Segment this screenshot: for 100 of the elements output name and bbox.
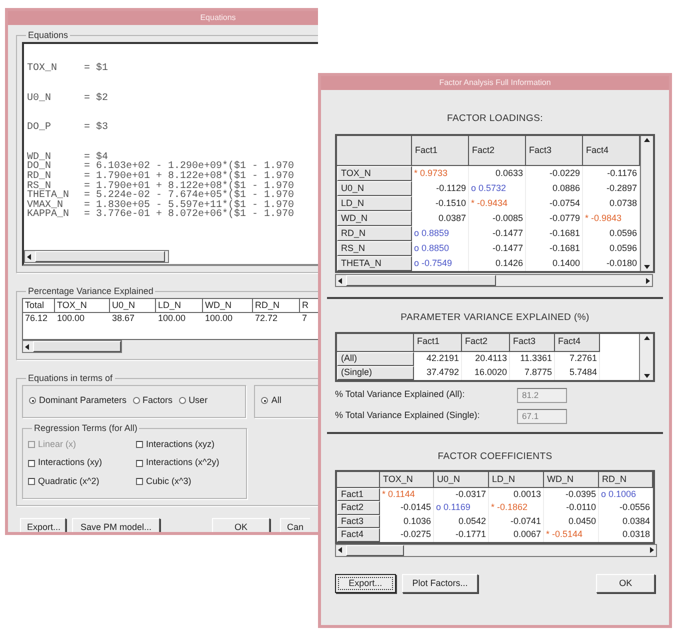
horizontal-scrollbar[interactable] [22, 340, 122, 353]
checkbox-label: Interactions (xyz) [146, 438, 215, 451]
table-cell: o 0.8859 [412, 226, 469, 242]
table-cell: 37.4792 [414, 366, 462, 380]
checkbox[interactable] [28, 460, 35, 466]
equation-variable: U0_N [27, 94, 52, 104]
dialog-button[interactable]: Save PM model... [72, 518, 160, 532]
column-header: Fact3 [510, 334, 555, 352]
table-cell: -0.0085 [469, 211, 526, 226]
table-cell: 0.0318 [599, 528, 653, 542]
table-cell: 7.2761 [555, 352, 600, 366]
dialog-button[interactable]: Plot Factors... [402, 574, 478, 593]
readonly-field: 67.1 [517, 408, 567, 424]
table-cell: -0.0395 [544, 488, 599, 502]
table-cell: -0.0779 [526, 211, 583, 226]
radio-label: Dominant Parameters [39, 394, 127, 407]
down-arrow-icon[interactable] [644, 374, 650, 378]
radio-icon[interactable] [29, 397, 36, 404]
checkbox[interactable] [136, 460, 143, 466]
scroll-thumb[interactable] [35, 251, 165, 262]
up-arrow-icon[interactable] [644, 336, 650, 340]
equation-variable: THETA_N [27, 191, 70, 201]
column-header: RD_N [599, 472, 653, 488]
dialog-button[interactable]: OK [212, 518, 270, 532]
checkbox[interactable] [136, 478, 143, 485]
table-cell: 0.0633 [469, 166, 526, 182]
checkbox-label: Cubic (x^3) [146, 474, 192, 488]
row-header: WD_N [337, 211, 412, 226]
dialog-button[interactable]: Export... [20, 518, 66, 532]
table-cell: o 0.1169 [434, 501, 489, 515]
scroll-thumb[interactable] [33, 341, 121, 352]
table-cell: * -0.1862 [489, 501, 544, 515]
equation-variable: WD_N [27, 152, 52, 162]
table-cell: 0.0384 [599, 514, 653, 528]
up-arrow-icon[interactable] [644, 138, 650, 142]
section-heading: FACTOR LOADINGS: [446, 112, 544, 126]
column-header: Fact2 [469, 136, 526, 166]
radio-icon[interactable] [261, 397, 268, 404]
table-cell: 0.1036 [380, 514, 434, 528]
scroll-thumb[interactable] [346, 275, 496, 286]
equation-variable: TOX_N [27, 64, 58, 74]
table-cell: -0.1477 [469, 241, 526, 256]
column-header: WD_N [544, 472, 599, 488]
column-header: Fact4 [555, 334, 600, 352]
dialog-button[interactable]: Export... [335, 574, 396, 593]
equation-expression: = 1.830e+05 - 5.597e+11*($1 - 1.970 [84, 200, 294, 211]
table-cell: -0.1510 [412, 196, 469, 212]
radio-label: User [188, 394, 208, 407]
left-arrow-icon[interactable] [338, 547, 342, 554]
table-cell: 7.8775 [510, 366, 555, 380]
horizontal-scrollbar[interactable] [335, 544, 657, 557]
dialog-button[interactable]: Can [280, 518, 310, 532]
table-cell: -0.1681 [526, 241, 583, 256]
table-cell: 20.4113 [462, 352, 510, 366]
down-arrow-icon[interactable] [644, 265, 650, 270]
checkbox-label: Quadratic (x^2) [38, 474, 100, 488]
horizontal-scrollbar[interactable] [335, 274, 653, 288]
column-header: U0_N [434, 472, 489, 488]
table-cell: o 0.5732 [469, 181, 526, 196]
row-header: THETA_N [337, 256, 412, 272]
checkbox[interactable] [28, 478, 35, 485]
row-header: Fact1 [337, 488, 380, 502]
row-header: (All) [337, 352, 414, 366]
table-cell: -0.0145 [380, 501, 434, 515]
table-cell: 11.3361 [510, 352, 555, 366]
table-cell: -0.0754 [526, 196, 583, 212]
window-title: Equations [8, 11, 318, 25]
right-arrow-icon[interactable] [646, 278, 650, 284]
equation-expression: = $1 [84, 63, 108, 74]
checkbox-label: Interactions (xy) [38, 456, 102, 470]
column-header: LD_N [489, 472, 544, 488]
scroll-thumb[interactable] [346, 544, 404, 556]
table-cell: 16.0020 [462, 366, 510, 380]
left-arrow-icon[interactable] [338, 278, 342, 284]
horizontal-scrollbar[interactable] [24, 250, 169, 263]
row-header: (Single) [337, 366, 414, 380]
vertical-scrollbar[interactable] [640, 136, 653, 272]
table-cell-text: 100.00 [157, 313, 187, 324]
equation-expression: = $4 [84, 152, 108, 163]
checkbox[interactable] [136, 441, 143, 448]
column-header: U0_N [110, 299, 156, 313]
dialog-button[interactable]: OK [596, 574, 655, 593]
left-arrow-icon[interactable] [25, 344, 29, 350]
table-cell: * -0.5144 [544, 528, 599, 542]
right-arrow-icon[interactable] [650, 547, 654, 554]
field-label: % Total Variance Explained (Single): [335, 409, 481, 422]
radio-icon[interactable] [132, 397, 140, 404]
table-cell: -0.0229 [526, 166, 583, 182]
row-header: TOX_N [337, 166, 412, 182]
checkbox-label: Interactions (x^2y) [146, 456, 220, 470]
equation-variable: DO_P [27, 123, 52, 133]
column-header: Total [23, 299, 55, 313]
field-label: % Total Variance Explained (All): [335, 388, 466, 402]
table-cell: -0.0741 [489, 514, 544, 528]
equation-variable: DO_N [27, 162, 52, 172]
left-arrow-icon[interactable] [27, 254, 31, 260]
radio-icon[interactable] [178, 397, 186, 404]
table-cell-text: 76.12 [24, 313, 49, 324]
table-cell: 0.0013 [489, 488, 544, 502]
vertical-scrollbar[interactable] [639, 334, 653, 380]
